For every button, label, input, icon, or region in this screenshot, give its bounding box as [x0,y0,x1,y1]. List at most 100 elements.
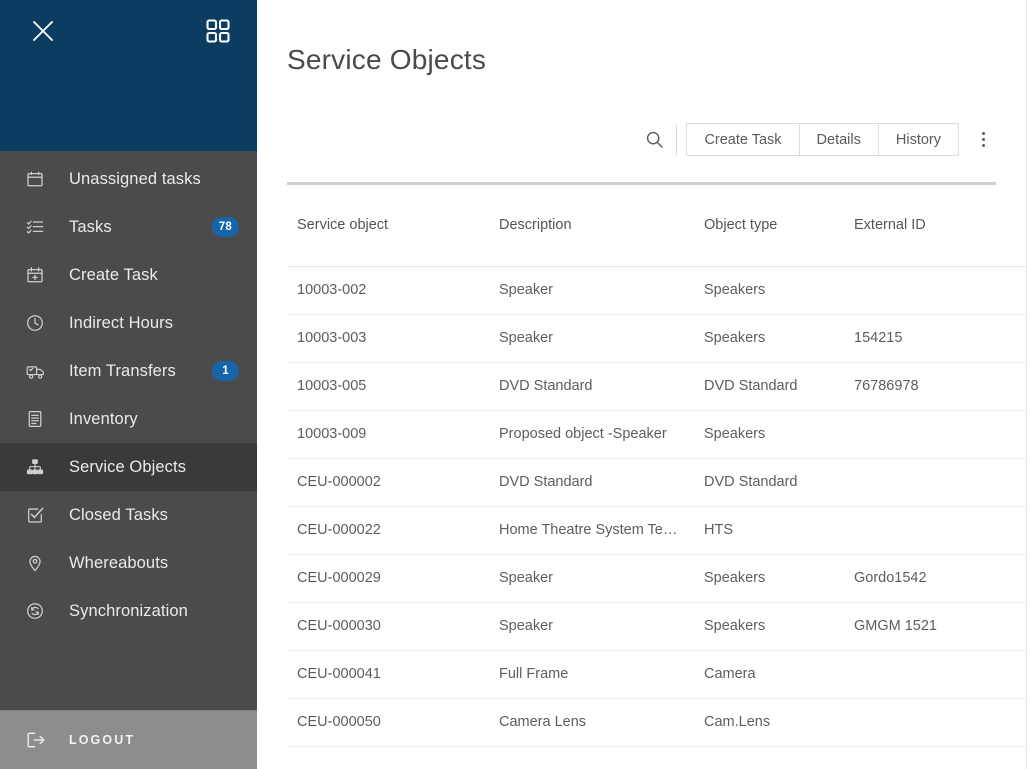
cell-service-object: 10003-009 [287,410,489,458]
sidebar-item-create-task[interactable]: Create Task [0,251,257,299]
cell-external-id [844,698,1004,746]
cell-spacer [1004,410,1027,458]
sidebar-item-label: Inventory [52,410,239,429]
table-row[interactable]: CEU-000029 Speaker Speakers Gordo1542 [287,554,1027,602]
table-header-row: Service object Description Object type E… [287,185,1027,266]
kebab-dot [982,144,985,147]
cell-service-object: CEU-000030 [287,602,489,650]
kebab-dot [982,132,985,135]
cell-service-object: CEU-000002 [287,458,489,506]
grid-apps-icon[interactable] [203,16,233,46]
sidebar-nav-list: Unassigned tasks Tasks 78 [0,151,257,710]
cell-spacer [1004,362,1027,410]
sidebar-item-label: Service Objects [52,458,239,477]
sync-icon [26,602,52,620]
table-row[interactable]: CEU-000030 Speaker Speakers GMGM 1521 [287,602,1027,650]
cell-object-type: Cam.Lens [694,698,844,746]
more-vertical-icon[interactable] [966,122,1000,157]
sidebar-item-closed-tasks[interactable]: Closed Tasks [0,491,257,539]
cell-object-type: Speakers [694,554,844,602]
table-row[interactable]: CEU-000022 Home Theatre System Test Str.… [287,506,1027,554]
status-badge: 1 [212,361,239,381]
cell-spacer [1004,506,1027,554]
calendar-plus-icon [26,266,52,284]
cell-service-object: 10003-003 [287,314,489,362]
cell-object-type: Speakers [694,602,844,650]
cell-external-id [844,266,1004,314]
cell-external-id: 76786978 [844,362,1004,410]
sidebar-item-indirect-hours[interactable]: Indirect Hours [0,299,257,347]
table-head: Service object Description Object type E… [287,185,1027,266]
cell-service-object: CEU-000041 [287,650,489,698]
table-row[interactable]: 10003-003 Speaker Speakers 154215 [287,314,1027,362]
logout-icon [26,731,52,749]
table-row[interactable]: CEU-000002 DVD Standard DVD Standard [287,458,1027,506]
cell-description: Proposed object -Speaker [489,410,694,458]
search-icon[interactable] [636,122,672,157]
sidebar-item-service-objects[interactable]: Service Objects [0,443,257,491]
task-list-icon [26,218,52,236]
sidebar-item-label: Whereabouts [52,554,239,573]
table-body: 10003-002 Speaker Speakers 10003-003 Spe… [287,266,1027,746]
cell-spacer [1004,314,1027,362]
clock-icon [26,314,52,332]
toolbar-button-group: Create Task Details History [686,123,959,156]
sidebar-item-item-transfers[interactable]: Item Transfers 1 [0,347,257,395]
cell-object-type: DVD Standard [694,458,844,506]
cell-external-id [844,506,1004,554]
cell-object-type: HTS [694,506,844,554]
create-task-button[interactable]: Create Task [687,124,799,155]
toolbar-divider [676,125,677,155]
document-list-icon [26,410,52,428]
column-header-service-object[interactable]: Service object [287,185,489,266]
table-row[interactable]: 10003-002 Speaker Speakers [287,266,1027,314]
kebab-dot [982,138,985,141]
sidebar-item-synchronization[interactable]: Synchronization [0,587,257,635]
close-icon[interactable] [28,16,58,46]
cell-spacer [1004,698,1027,746]
details-button[interactable]: Details [800,124,879,155]
cell-external-id [844,410,1004,458]
cell-spacer [1004,458,1027,506]
main-content: Service Objects Create Task Details Hist… [257,0,1027,769]
sidebar-item-label: Closed Tasks [52,506,239,525]
cell-service-object: CEU-000022 [287,506,489,554]
sidebar-item-inventory[interactable]: Inventory [0,395,257,443]
cell-object-type: Speakers [694,314,844,362]
table-row[interactable]: 10003-005 DVD Standard DVD Standard 7678… [287,362,1027,410]
service-objects-table-container: Service object Description Object type E… [287,182,996,769]
table-row[interactable]: CEU-000041 Full Frame Camera [287,650,1027,698]
status-badge: 78 [212,217,239,237]
map-pin-icon [26,554,52,572]
table-row[interactable]: 10003-009 Proposed object -Speaker Speak… [287,410,1027,458]
cell-external-id: Gordo1542 [844,554,1004,602]
logout-button[interactable]: LOGOUT [0,710,257,769]
cell-external-id: 154215 [844,314,1004,362]
truck-transfer-icon [26,362,52,380]
cell-object-type: DVD Standard [694,362,844,410]
cell-description: Camera Lens [489,698,694,746]
cell-description: DVD Standard [489,458,694,506]
sidebar-item-label: Synchronization [52,602,239,621]
cell-description: Home Theatre System Test Str... [489,506,694,554]
hierarchy-icon [26,458,52,476]
column-header-external-id[interactable]: External ID [844,185,1004,266]
table-row[interactable]: CEU-000050 Camera Lens Cam.Lens [287,698,1027,746]
checkbox-checked-icon [26,506,52,524]
sidebar-item-tasks[interactable]: Tasks 78 [0,203,257,251]
sidebar: Unassigned tasks Tasks 78 [0,0,257,769]
cell-description: Speaker [489,554,694,602]
sidebar-header [0,0,257,151]
cell-spacer [1004,602,1027,650]
sidebar-item-label: Item Transfers [52,362,212,381]
history-button[interactable]: History [879,124,958,155]
cell-spacer [1004,266,1027,314]
sidebar-item-whereabouts[interactable]: Whereabouts [0,539,257,587]
cell-description: Speaker [489,314,694,362]
cell-object-type: Speakers [694,410,844,458]
column-header-object-type[interactable]: Object type [694,185,844,266]
column-header-description[interactable]: Description [489,185,694,266]
sidebar-item-unassigned-tasks[interactable]: Unassigned tasks [0,155,257,203]
toolbar: Create Task Details History [636,122,1000,157]
page-title: Service Objects [287,44,486,76]
